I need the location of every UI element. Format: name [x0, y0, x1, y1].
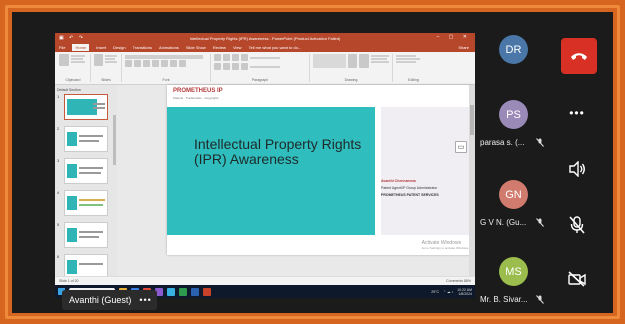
mic-off-icon: [569, 216, 585, 234]
speaker-icon: [569, 161, 585, 177]
participant-name: G V N. (Gu...: [480, 218, 527, 227]
participant-tile[interactable]: GN G V N. (Gu...: [478, 180, 550, 240]
phone-hangup-icon: [571, 53, 587, 60]
slide-scrollbar[interactable]: [469, 85, 475, 276]
avatar: PS: [499, 100, 528, 129]
ppt-ribbon: Clipboard Slides Font Paragraph Drawing …: [55, 52, 475, 85]
tab-design[interactable]: Design: [113, 45, 125, 50]
slide-tagline: Patents · Trademarks · Copyrights: [173, 96, 219, 100]
camera-toggle-button[interactable]: [560, 262, 594, 296]
ribbon-group-slides[interactable]: Slides: [94, 54, 122, 82]
presenter-name-tag: Avanthi (Guest) •••: [62, 290, 157, 310]
slide-thumbnail[interactable]: 4: [57, 190, 115, 216]
more-options-icon: •••: [569, 106, 585, 120]
ppt-status-bar: Slide 1 of 20 Comments 88%: [55, 276, 475, 285]
word-icon[interactable]: [191, 287, 199, 296]
ppt-title-bar: ▣ ↶ ↷ Intellectual Property Rights (IPR)…: [55, 33, 475, 43]
ribbon-group-drawing[interactable]: Drawing: [313, 54, 393, 82]
mail-icon[interactable]: [167, 287, 175, 296]
avatar: MS: [499, 257, 528, 286]
slide-title: Intellectual Property Rights (IPR) Aware…: [194, 136, 362, 167]
ribbon-group-font[interactable]: Font: [125, 54, 211, 82]
slide-side-panel: [381, 107, 473, 235]
slide-thumbnail[interactable]: 3: [57, 158, 115, 184]
microphone-toggle-button[interactable]: [560, 208, 594, 242]
tab-slide-show[interactable]: Slide Show: [186, 45, 206, 50]
notes-toggle-icon[interactable]: ▭: [455, 141, 467, 153]
tab-review[interactable]: Review: [213, 45, 226, 50]
mic-off-icon: [536, 138, 544, 147]
ribbon-group-clipboard[interactable]: Clipboard: [59, 54, 91, 82]
ppt-window-title: Intellectual Property Rights (IPR) Aware…: [189, 35, 341, 41]
weather-status[interactable]: 29°C: [431, 290, 439, 294]
camera-off-icon: [568, 271, 586, 287]
tray-icons[interactable]: ⌃ ☁ ♪: [443, 290, 453, 294]
tab-insert[interactable]: Insert: [96, 45, 106, 50]
tab-transitions[interactable]: Transitions: [133, 45, 152, 50]
participant-tile[interactable]: PS parasa s. (...: [478, 100, 550, 160]
ppt-workspace: Default Section 1 2 3 4 5 6 PROMETHEUS I…: [55, 85, 475, 280]
slide-thumbnail[interactable]: 2: [57, 126, 115, 152]
speaker-volume-button[interactable]: [560, 152, 594, 186]
more-options-button[interactable]: •••: [560, 96, 594, 130]
taskbar-clock[interactable]: 10:22 AM 1/8/2024: [457, 288, 472, 296]
section-label[interactable]: Default Section: [57, 88, 115, 92]
tab-file[interactable]: File: [59, 45, 65, 50]
quick-access-icons[interactable]: ▣ ↶ ↷: [59, 35, 85, 41]
slide-canvas: PROMETHEUS IP Patents · Trademarks · Cop…: [117, 85, 475, 276]
participant-name: parasa s. (...: [480, 138, 525, 147]
system-tray: 29°C ⌃ ☁ ♪ 10:22 AM 1/8/2024: [431, 288, 472, 296]
participant-tile[interactable]: DR: [478, 35, 550, 95]
excel-icon[interactable]: [179, 287, 187, 296]
tab-animations[interactable]: Animations: [159, 45, 179, 50]
ribbon-group-paragraph[interactable]: Paragraph: [214, 54, 310, 82]
slide-thumbnail[interactable]: 1: [57, 94, 115, 120]
slide-thumbnail[interactable]: 5: [57, 222, 115, 248]
slide-speaker-info: Avanthi Chennamma Patent Agent/IP Group …: [381, 179, 439, 197]
slide-count: Slide 1 of 20: [59, 279, 79, 283]
thumbnail-scrollbar[interactable]: [113, 115, 116, 165]
tell-me-search[interactable]: Tell me what you want to do...: [249, 45, 302, 50]
tab-home[interactable]: Home: [72, 44, 90, 51]
slide-title-band: [167, 107, 375, 235]
mic-off-icon: [536, 218, 544, 227]
participant-name: Mr. B. Sivar...: [480, 295, 528, 304]
presenter-name: Avanthi (Guest): [69, 295, 132, 305]
powerpoint-icon[interactable]: [203, 287, 211, 296]
avatar: GN: [499, 180, 528, 209]
leave-call-button[interactable]: [561, 38, 597, 74]
shared-screen: ▣ ↶ ↷ Intellectual Property Rights (IPR)…: [55, 33, 475, 298]
presenter-more-options-icon[interactable]: •••: [139, 295, 151, 305]
current-slide[interactable]: PROMETHEUS IP Patents · Trademarks · Cop…: [167, 85, 473, 255]
window-controls[interactable]: – ▢ ✕: [437, 34, 471, 40]
tab-view[interactable]: View: [233, 45, 242, 50]
activate-windows-watermark: Activate Windows Go to Settings to activ…: [421, 240, 469, 251]
ribbon-group-editing[interactable]: Editing: [396, 54, 434, 82]
ppt-share-button[interactable]: Share: [458, 45, 469, 50]
slide-thumbnail-pane: Default Section 1 2 3 4 5 6: [55, 85, 117, 280]
zoom-status[interactable]: Comments 88%: [446, 279, 471, 283]
avatar: DR: [499, 35, 528, 64]
mic-off-icon: [536, 295, 544, 304]
participant-tile[interactable]: MS Mr. B. Sivar...: [478, 257, 550, 317]
ppt-ribbon-tabs: File Home Insert Design Transitions Anim…: [55, 43, 475, 52]
slide-brand: PROMETHEUS IP: [173, 88, 223, 94]
